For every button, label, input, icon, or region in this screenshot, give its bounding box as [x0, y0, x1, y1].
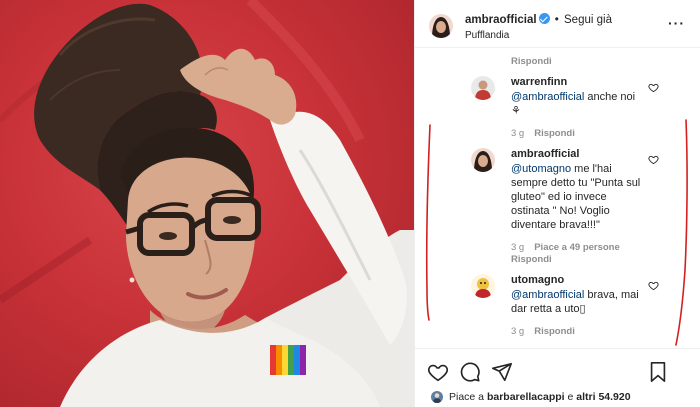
- comment-text: @ambraofficial anche noi ⚘: [511, 90, 651, 118]
- avatar-image: [471, 148, 495, 172]
- comment-text: @utomagno me l'hai sempre detto tu "Punt…: [511, 162, 643, 232]
- liker-avatar[interactable]: [431, 391, 443, 403]
- commenter-avatar[interactable]: [471, 148, 495, 172]
- post-header: ambraofficial • Segui già Pufflandia ···: [415, 0, 700, 48]
- comment-mention[interactable]: @ambraofficial: [511, 91, 584, 103]
- comment-time: 3 g: [511, 326, 525, 337]
- like-heart-icon[interactable]: [648, 82, 659, 93]
- likes-others-link[interactable]: altri 54.920: [576, 391, 630, 403]
- comment-meta: 3 g Piace a 49 persone: [511, 242, 620, 253]
- commenter-avatar[interactable]: [471, 76, 495, 100]
- verified-badge-icon: [538, 13, 550, 24]
- likes-summary: Piace a barbarellacappi e altri 54.920: [449, 391, 631, 403]
- comment-username[interactable]: utomagno: [511, 274, 564, 286]
- comments-list[interactable]: Rispondi warrenfinn @ambraofficial anche…: [415, 48, 700, 348]
- follow-button[interactable]: Segui già: [564, 14, 612, 26]
- post-photo[interactable]: [0, 0, 414, 407]
- comment-body: anche noi: [584, 91, 636, 103]
- avatar-image: [471, 274, 495, 298]
- comment-username[interactable]: warrenfinn: [511, 76, 567, 88]
- comment-username[interactable]: ambraofficial: [511, 148, 579, 160]
- comment-icon[interactable]: [459, 361, 481, 383]
- author-avatar[interactable]: [429, 14, 453, 38]
- comment-meta: 3 g Rispondi: [511, 326, 575, 337]
- rainbow-logo: [270, 345, 306, 375]
- comment-time: 3 g: [511, 242, 525, 253]
- like-heart-icon[interactable]: [427, 361, 449, 383]
- avatar-image: [431, 391, 443, 403]
- location-link[interactable]: Pufflandia: [465, 30, 509, 41]
- reply-button[interactable]: Rispondi: [534, 326, 575, 337]
- comment-mention[interactable]: @ambraofficial: [511, 289, 584, 301]
- comment-text: @ambraofficial brava, mai dar retta a ut…: [511, 288, 641, 316]
- bookmark-icon[interactable]: [647, 361, 669, 383]
- comment-likes[interactable]: Piace a 49 persone: [534, 242, 620, 253]
- author-username[interactable]: ambraofficial: [465, 14, 537, 26]
- avatar-image: [471, 76, 495, 100]
- comment-mention[interactable]: @utomagno: [511, 163, 571, 175]
- like-heart-icon[interactable]: [648, 280, 659, 291]
- share-icon[interactable]: [491, 361, 513, 383]
- post-actions: Piace a barbarellacappi e altri 54.920: [415, 348, 700, 407]
- like-heart-icon[interactable]: [648, 154, 659, 165]
- comment-meta: 3 g Rispondi: [511, 128, 575, 139]
- comment-time: 3 g: [511, 128, 525, 139]
- reply-button[interactable]: Rispondi: [511, 56, 552, 67]
- comment-meta: Rispondi: [511, 254, 552, 265]
- liker-username[interactable]: barbarellacappi: [487, 391, 565, 403]
- likes-conjunction: e: [564, 391, 577, 403]
- post-sidebar: ambraofficial • Segui già Pufflandia ···…: [414, 0, 700, 407]
- author-line: ambraofficial • Segui già: [465, 13, 612, 26]
- commenter-avatar[interactable]: [471, 274, 495, 298]
- likes-prefix: Piace a: [449, 391, 487, 403]
- post-image: [0, 0, 414, 407]
- reply-button[interactable]: Rispondi: [511, 254, 552, 265]
- more-horizontal-icon[interactable]: ···: [668, 15, 685, 31]
- separator-dot: •: [554, 14, 559, 26]
- reply-button[interactable]: Rispondi: [534, 128, 575, 139]
- avatar-image: [429, 14, 453, 38]
- comment-emoji: ⚘: [511, 105, 521, 117]
